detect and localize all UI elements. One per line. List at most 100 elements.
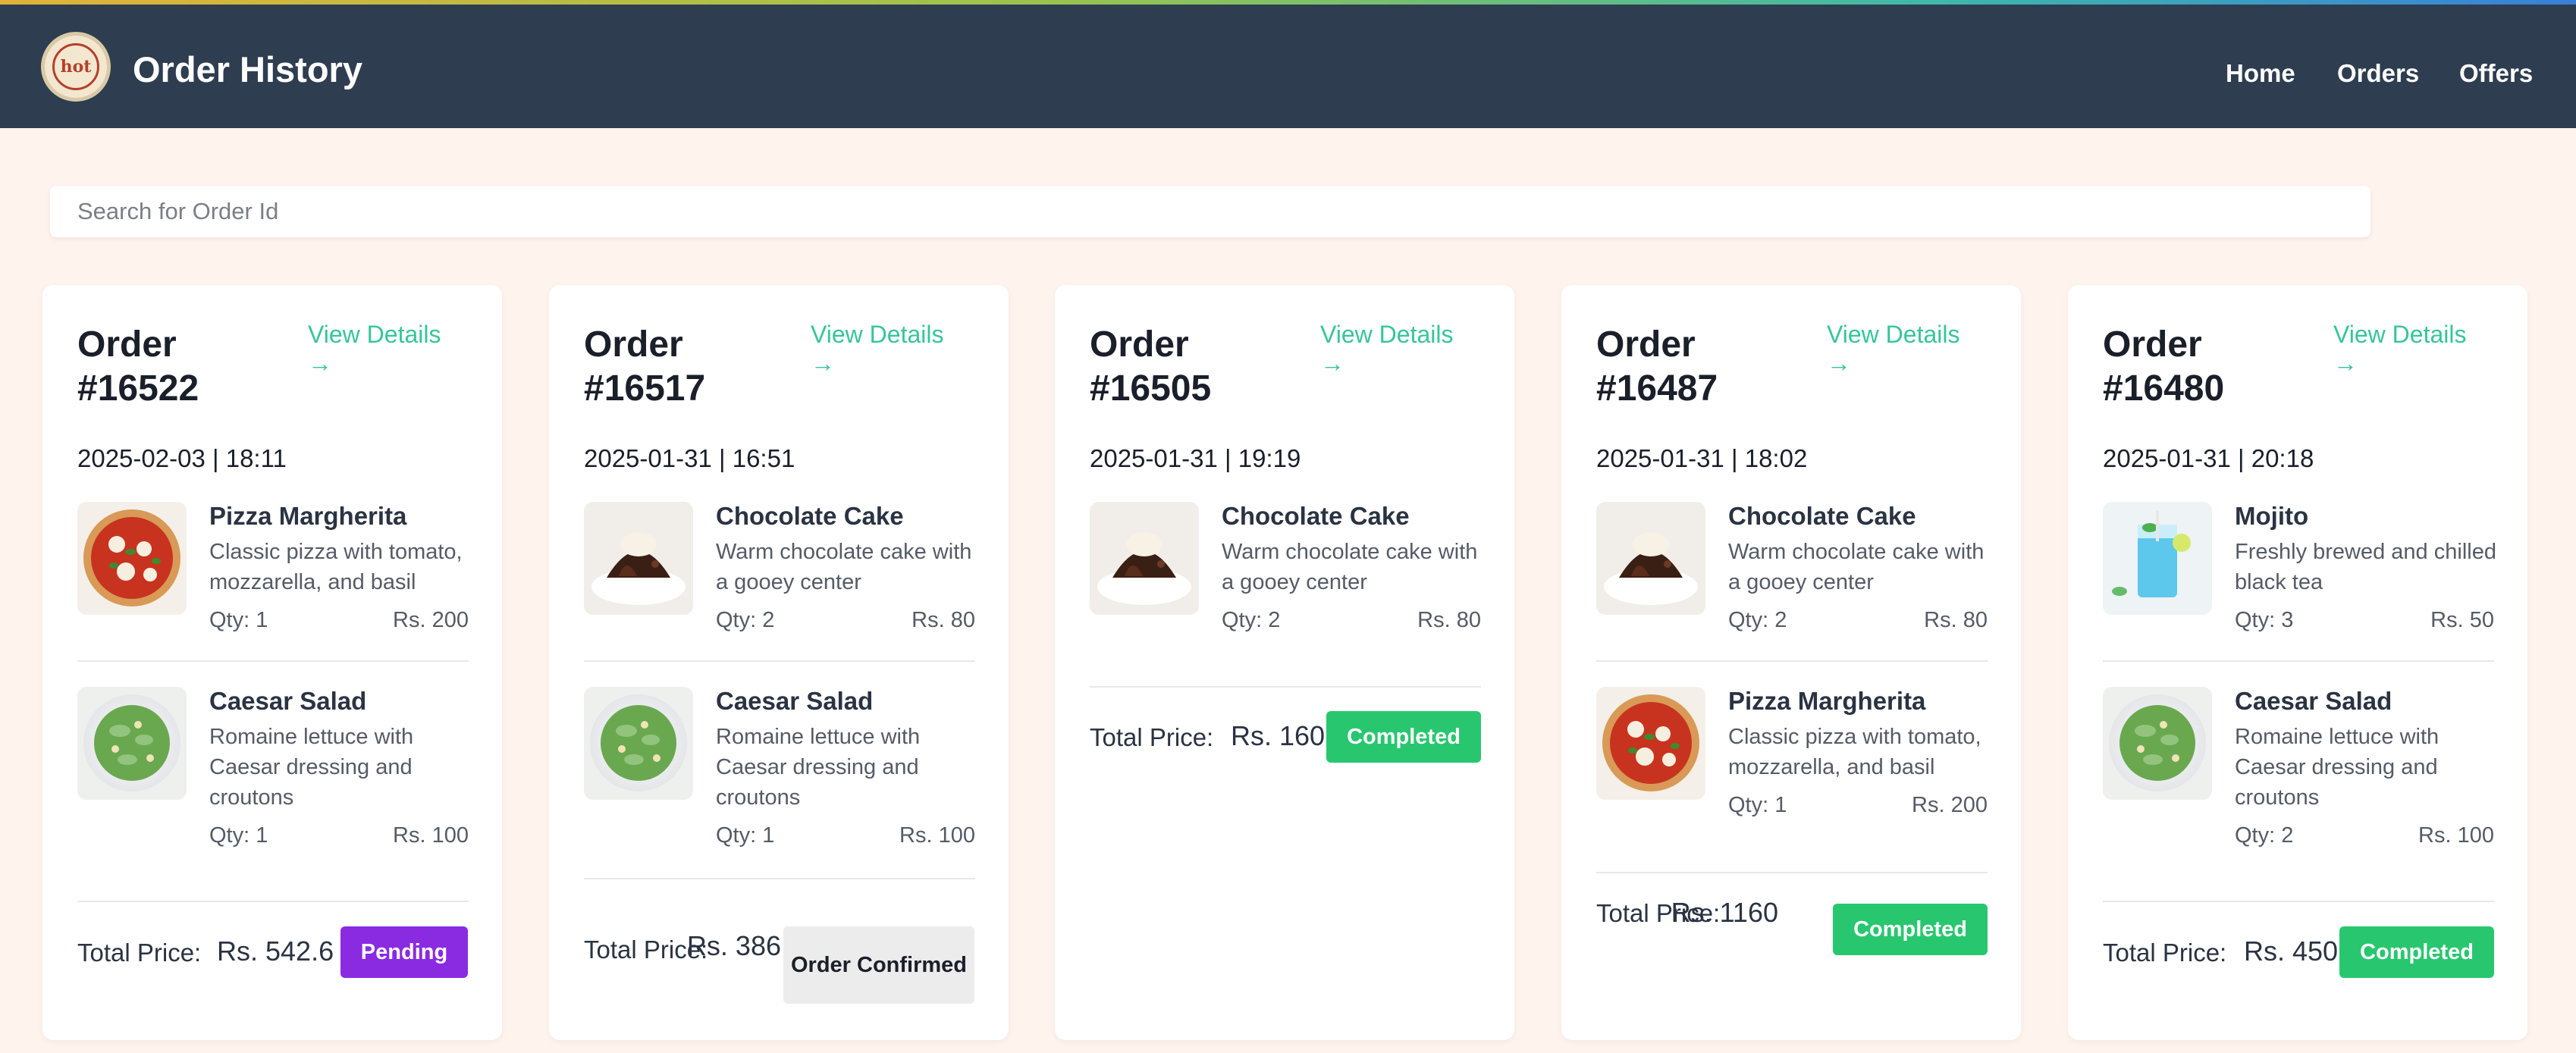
item-quantity: Qty: 3 xyxy=(2235,608,2294,632)
view-details-label: View Details xyxy=(308,321,441,348)
cake-image xyxy=(584,502,693,615)
item-description: Warm chocolate cake with a gooey center xyxy=(1222,540,1478,594)
view-details-label: View Details xyxy=(2333,321,2467,348)
item-quantity: Qty: 1 xyxy=(209,823,268,848)
status-badge: Completed xyxy=(1326,711,1481,763)
item-price: Rs. 50 xyxy=(2430,608,2494,632)
mojito-image xyxy=(2103,502,2212,615)
item-quantity: Qty: 2 xyxy=(1222,608,1281,632)
item-quantity: Qty: 2 xyxy=(2235,823,2294,848)
status-badge: Pending xyxy=(340,926,468,978)
order-id: Order #16522 xyxy=(77,324,199,409)
order-card: Order #16480 View Details → 2025-01-31 |… xyxy=(2068,285,2527,1040)
item-description: Classic pizza with tomato, mozzarella, a… xyxy=(1728,725,1981,779)
item-description: Classic pizza with tomato, mozzarella, a… xyxy=(209,540,463,594)
salad-image xyxy=(584,687,693,800)
total-price-value: Rs. 450 xyxy=(2244,935,2339,967)
total-price-label: Total Price: xyxy=(77,939,202,967)
item-description: Warm chocolate cake with a gooey center xyxy=(1728,540,1985,594)
salad-image xyxy=(2103,687,2212,800)
item-quantity: Qty: 2 xyxy=(716,608,775,632)
order-item: Mojito Freshly brewed and chilled black … xyxy=(2103,502,2496,632)
arrow-right-icon: → xyxy=(811,349,835,377)
item-price: Rs. 200 xyxy=(393,608,469,632)
divider xyxy=(77,660,469,662)
item-price: Rs. 80 xyxy=(1417,608,1481,632)
total-price-value: Rs. 1160 xyxy=(1671,897,1778,928)
status-badge: Order Confirmed xyxy=(783,926,974,1004)
total-price-value: Rs. 386 xyxy=(686,930,781,961)
order-item: Caesar Salad Romaine lettuce with Caesar… xyxy=(77,687,469,848)
divider xyxy=(584,878,975,879)
order-item: Chocolate Cake Warm chocolate cake with … xyxy=(1090,502,1481,632)
logo-mark: hot xyxy=(52,43,99,90)
order-item: Pizza Margherita Classic pizza with toma… xyxy=(77,502,469,632)
view-details-label: View Details xyxy=(1827,321,1960,348)
order-card: Order #16522 View Details → 2025-02-03 |… xyxy=(42,285,502,1040)
arrow-right-icon: → xyxy=(1320,349,1344,377)
nav-offers-link[interactable]: Offers xyxy=(2459,59,2533,88)
arrow-right-icon: → xyxy=(2333,349,2358,377)
arrow-right-icon: → xyxy=(308,349,332,377)
view-details-link[interactable]: View Details → xyxy=(308,320,460,378)
total-price-label: Total Price: xyxy=(2103,939,2227,967)
divider xyxy=(584,660,975,662)
page-title: Order History xyxy=(133,49,362,89)
order-card: Order #16517 View Details → 2025-01-31 |… xyxy=(549,285,1009,1040)
view-details-link[interactable]: View Details → xyxy=(1827,320,1978,378)
item-name: Chocolate Cake xyxy=(1728,502,1916,530)
item-price: Rs. 100 xyxy=(2418,823,2494,848)
order-id: Order #16480 xyxy=(2103,324,2225,409)
navbar: hot Order History Home Orders Offers xyxy=(0,5,2576,128)
view-details-link[interactable]: View Details → xyxy=(1320,320,1472,378)
item-price: Rs. 80 xyxy=(1924,608,1988,632)
salad-image xyxy=(77,687,187,800)
item-quantity: Qty: 1 xyxy=(209,608,268,632)
nav-orders-link[interactable]: Orders xyxy=(2337,59,2419,88)
divider xyxy=(2103,901,2494,902)
item-name: Chocolate Cake xyxy=(1222,502,1410,530)
status-badge: Completed xyxy=(2339,926,2494,978)
divider xyxy=(1596,660,1988,662)
item-name: Mojito xyxy=(2235,502,2309,530)
status-badge: Completed xyxy=(1833,904,1988,955)
order-date: 2025-01-31 | 19:19 xyxy=(1090,444,1301,472)
total-price-label: Total Price: xyxy=(1090,723,1214,751)
search-bar xyxy=(50,186,2370,237)
item-quantity: Qty: 1 xyxy=(716,823,775,848)
order-item: Caesar Salad Romaine lettuce with Caesar… xyxy=(2103,687,2494,848)
order-date: 2025-01-31 | 20:18 xyxy=(2103,444,2314,472)
view-details-label: View Details xyxy=(811,321,944,348)
order-date: 2025-01-31 | 18:02 xyxy=(1596,444,1808,472)
cake-image xyxy=(1090,502,1199,615)
item-name: Pizza Margherita xyxy=(209,502,407,530)
item-name: Caesar Salad xyxy=(209,687,367,715)
view-details-link[interactable]: View Details → xyxy=(811,320,962,378)
pizza-image xyxy=(1596,687,1705,800)
item-description: Warm chocolate cake with a gooey center xyxy=(716,540,972,594)
nav-home-link[interactable]: Home xyxy=(2226,59,2295,88)
search-input[interactable] xyxy=(77,186,2343,237)
view-details-link[interactable]: View Details → xyxy=(2333,320,2485,378)
cake-image xyxy=(1596,502,1705,615)
item-description: Romaine lettuce with Caesar dressing and… xyxy=(716,725,921,810)
divider xyxy=(1090,686,1481,688)
order-date: 2025-01-31 | 16:51 xyxy=(584,444,795,472)
divider xyxy=(2103,660,2494,662)
order-item: Pizza Margherita Classic pizza with toma… xyxy=(1596,687,1988,817)
item-price: Rs. 100 xyxy=(393,823,469,848)
pizza-image xyxy=(77,502,187,615)
order-item: Chocolate Cake Warm chocolate cake with … xyxy=(584,502,975,632)
order-card: Order #16505 View Details → 2025-01-31 |… xyxy=(1055,285,1514,1040)
item-description: Romaine lettuce with Caesar dressing and… xyxy=(2235,725,2440,810)
order-item: Caesar Salad Romaine lettuce with Caesar… xyxy=(584,687,975,848)
item-name: Chocolate Cake xyxy=(716,502,904,530)
arrow-right-icon: → xyxy=(1827,349,1851,377)
order-id: Order #16505 xyxy=(1090,324,1212,409)
order-card: Order #16487 View Details → 2025-01-31 |… xyxy=(1561,285,2021,1040)
total-price-value: Rs. 160 xyxy=(1231,720,1326,751)
hotel-logo-icon[interactable]: hot xyxy=(41,32,111,102)
order-date: 2025-02-03 | 18:11 xyxy=(77,444,287,472)
divider xyxy=(77,901,469,902)
item-name: Caesar Salad xyxy=(2235,687,2392,715)
